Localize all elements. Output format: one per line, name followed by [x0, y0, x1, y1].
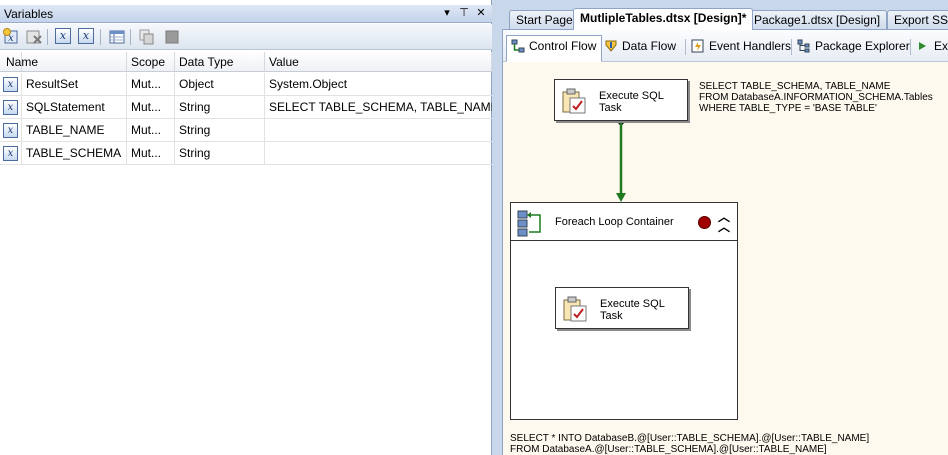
task-label: Execute SQL Task — [599, 90, 664, 114]
choose-columns-icon[interactable] — [108, 28, 126, 46]
table-row[interactable]: x ResultSet Mut... Object System.Object — [0, 73, 492, 96]
container-label: Foreach Loop Container — [555, 216, 674, 228]
annotation-query-tables[interactable]: SELECT TABLE_SCHEMA, TABLE_NAME FROM Dat… — [699, 81, 933, 114]
tab-label: Exe — [934, 39, 948, 53]
variable-name[interactable]: TABLE_SCHEMA — [22, 142, 127, 164]
variable-value[interactable] — [265, 142, 492, 164]
package-designer: Start Page MutlipleTables.dtsx [Design]*… — [497, 0, 948, 455]
collapse-chevron-icon[interactable]: ︿ ︿ — [716, 211, 732, 233]
table-row[interactable]: x TABLE_NAME Mut... String — [0, 119, 492, 142]
variable-scope: Mut... — [127, 142, 175, 164]
variables-title: Variables — [4, 7, 54, 21]
variable-icon-cell: x — [0, 119, 22, 141]
tab-label: Data Flow — [622, 39, 677, 53]
variable-icon: x — [3, 123, 18, 138]
variable-data-type[interactable]: String — [175, 142, 265, 164]
toolbar-separator — [130, 29, 131, 45]
document-tab-strip: Start Page MutlipleTables.dtsx [Design]*… — [497, 8, 948, 30]
column-header-scope[interactable]: Scope — [127, 52, 175, 71]
breakpoint-icon[interactable] — [698, 216, 711, 229]
table-row[interactable]: x TABLE_SCHEMA Mut... String — [0, 142, 492, 165]
variable-name[interactable]: ResultSet — [22, 73, 127, 95]
copy-variable-icon[interactable] — [163, 28, 181, 46]
control-flow-icon — [511, 39, 525, 53]
variable-name[interactable]: TABLE_NAME — [22, 119, 127, 141]
auto-hide-pin-button[interactable]: ⊤ — [457, 6, 471, 20]
variable-icon-cell: x — [0, 96, 22, 118]
variable-name[interactable]: SQLStatement — [22, 96, 127, 118]
designer-document: Control Flow Data Flow Event Handlers Pa… — [502, 29, 948, 455]
tab-separator — [685, 39, 686, 55]
variable-scope: Mut... — [127, 96, 175, 118]
variable-value[interactable]: SELECT TABLE_SCHEMA, TABLE_NAME F — [265, 96, 492, 118]
variables-pane: Variables ▾ ⊤ ✕ x x x Name Scope Data Ty… — [0, 0, 492, 455]
move-variable-icon[interactable] — [138, 28, 156, 46]
close-pane-button[interactable]: ✕ — [474, 6, 488, 20]
execute-sql-task-icon — [561, 88, 589, 116]
variable-value[interactable]: System.Object — [265, 73, 492, 95]
variables-toolbar: x x x — [0, 24, 492, 50]
tab-control-flow[interactable]: Control Flow — [506, 35, 603, 62]
tab-event-handlers[interactable]: Event Handlers — [687, 36, 791, 58]
show-all-variables-icon[interactable]: x — [78, 28, 96, 46]
tab-mutlipletables-design[interactable]: MutlipleTables.dtsx [Design]* — [573, 8, 754, 30]
add-variable-icon[interactable]: x — [3, 28, 21, 46]
execute-sql-task-outer[interactable]: Execute SQL Task — [554, 79, 688, 121]
package-explorer-icon — [797, 39, 811, 53]
execute-sql-task-icon — [562, 296, 590, 324]
execution-results-icon — [916, 39, 930, 53]
task-label: Execute SQL Task — [600, 298, 665, 322]
tab-start-page[interactable]: Start Page — [509, 10, 580, 29]
variable-data-type[interactable]: Object — [175, 73, 265, 95]
designer-tab-strip: Control Flow Data Flow Event Handlers Pa… — [503, 30, 948, 62]
column-header-data-type[interactable]: Data Type — [175, 52, 265, 71]
variable-value[interactable] — [265, 119, 492, 141]
tab-package-explorer[interactable]: Package Explorer — [793, 36, 910, 58]
variable-scope: Mut... — [127, 119, 175, 141]
execute-sql-task-inner[interactable]: Execute SQL Task — [555, 287, 689, 329]
tab-separator — [910, 39, 911, 55]
foreach-loop-container[interactable]: Foreach Loop Container ︿ ︿ Execute SQL Ta… — [510, 202, 738, 420]
table-row[interactable]: x SQLStatement Mut... String SELECT TABL… — [0, 96, 492, 119]
variable-data-type[interactable]: String — [175, 119, 265, 141]
variable-data-type[interactable]: String — [175, 96, 265, 118]
grid-header-row: Name Scope Data Type Value — [0, 52, 492, 72]
toolbar-separator — [47, 29, 48, 45]
variable-icon: x — [3, 100, 18, 115]
annotation-select-into[interactable]: SELECT * INTO DatabaseB.@[User::TABLE_SC… — [510, 433, 869, 455]
tab-execution-results[interactable]: Exe — [912, 36, 948, 58]
variable-icon: x — [3, 146, 18, 161]
variables-title-bar: Variables ▾ ⊤ ✕ — [0, 5, 492, 23]
tab-label: Event Handlers — [709, 39, 792, 53]
tab-separator — [791, 39, 792, 55]
variable-icon: x — [3, 77, 18, 92]
event-handlers-icon — [691, 39, 705, 53]
control-flow-canvas[interactable]: Execute SQL Task SELECT TABLE_SCHEMA, TA… — [503, 62, 948, 455]
variable-icon-cell: x — [0, 73, 22, 95]
column-header-name[interactable]: Name — [0, 52, 127, 71]
delete-variable-icon[interactable] — [25, 28, 43, 46]
tab-export-ssis[interactable]: Export SSI — [887, 10, 948, 29]
tab-package1-design[interactable]: Package1.dtsx [Design] — [747, 10, 888, 29]
container-header[interactable]: Foreach Loop Container ︿ ︿ — [511, 203, 737, 241]
window-position-button[interactable]: ▾ — [440, 6, 454, 20]
data-flow-icon — [604, 39, 618, 53]
tab-data-flow[interactable]: Data Flow — [600, 36, 676, 58]
variable-scope: Mut... — [127, 73, 175, 95]
variable-icon-cell: x — [0, 142, 22, 164]
tab-label: Package Explorer — [815, 39, 910, 53]
tab-label: Control Flow — [529, 39, 597, 53]
show-system-variables-icon[interactable]: x — [55, 28, 73, 46]
foreach-loop-icon — [517, 207, 543, 237]
column-header-value[interactable]: Value — [265, 52, 492, 71]
toolbar-separator — [100, 29, 101, 45]
